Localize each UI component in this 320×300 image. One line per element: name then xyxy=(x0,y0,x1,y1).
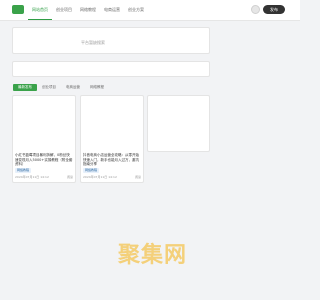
filter-tabs: 最新发布 创业项目 电商运营 网络教程 xyxy=(13,83,109,91)
nav-item-ecommerce[interactable]: 电商运营 xyxy=(100,0,124,20)
search-panel: 平台暂缺搜索 xyxy=(12,27,210,54)
main-nav: 网站首页 创业项目 网络教程 电商运营 创业方案 xyxy=(28,0,148,20)
sidebar-card xyxy=(147,95,210,152)
filter-tab-startup[interactable]: 创业项目 xyxy=(37,84,61,91)
article-tag[interactable]: 网络教程 xyxy=(15,168,32,173)
article-views: 阅读 xyxy=(66,175,73,179)
article-views: 阅读 xyxy=(134,175,141,179)
nav-item-tutorials[interactable]: 网络教程 xyxy=(76,0,100,20)
filter-tab-latest[interactable]: 最新发布 xyxy=(13,83,37,91)
filter-tab-ecommerce[interactable]: 电商运营 xyxy=(61,84,85,91)
filter-tab-tutorials[interactable]: 网络教程 xyxy=(85,84,109,91)
article-meta: 2024年07月11日 14:12 阅读 xyxy=(15,175,73,179)
search-input[interactable]: 平台暂缺搜索 xyxy=(33,37,153,49)
article-title[interactable]: 小红书蓝莓项目暴利拆解，0粉丝快速变现月入5000+实操教程（附全套资料） xyxy=(15,153,73,167)
info-strip xyxy=(12,61,210,77)
top-navigation-bar: 网站首页 创业项目 网络教程 电商运营 创业方案 发布 xyxy=(0,0,300,21)
nav-item-plans[interactable]: 创业方案 xyxy=(124,0,148,20)
article-meta: 2024年07月11日 14:12 阅读 xyxy=(83,175,141,179)
site-watermark: 聚集网 xyxy=(118,243,188,268)
article-card[interactable]: 小红书蓝莓项目暴利拆解，0粉丝快速变现月入5000+实操教程（附全套资料） 网络… xyxy=(12,95,76,183)
article-date: 2024年07月11日 14:12 xyxy=(83,175,117,179)
publish-button[interactable]: 发布 xyxy=(263,5,285,14)
user-avatar[interactable] xyxy=(251,5,260,14)
article-title[interactable]: 抖音电商小店运营全攻略：从零开始快速入门，新手也能月入过万，避坑指南分享 xyxy=(83,153,141,167)
site-logo[interactable] xyxy=(12,5,24,14)
article-card[interactable]: 抖音电商小店运营全攻略：从零开始快速入门，新手也能月入过万，避坑指南分享 网络教… xyxy=(80,95,144,183)
article-tag[interactable]: 网络教程 xyxy=(83,168,100,173)
article-date: 2024年07月11日 14:12 xyxy=(15,175,49,179)
nav-item-home[interactable]: 网站首页 xyxy=(28,0,52,20)
nav-item-startup[interactable]: 创业项目 xyxy=(52,0,76,20)
